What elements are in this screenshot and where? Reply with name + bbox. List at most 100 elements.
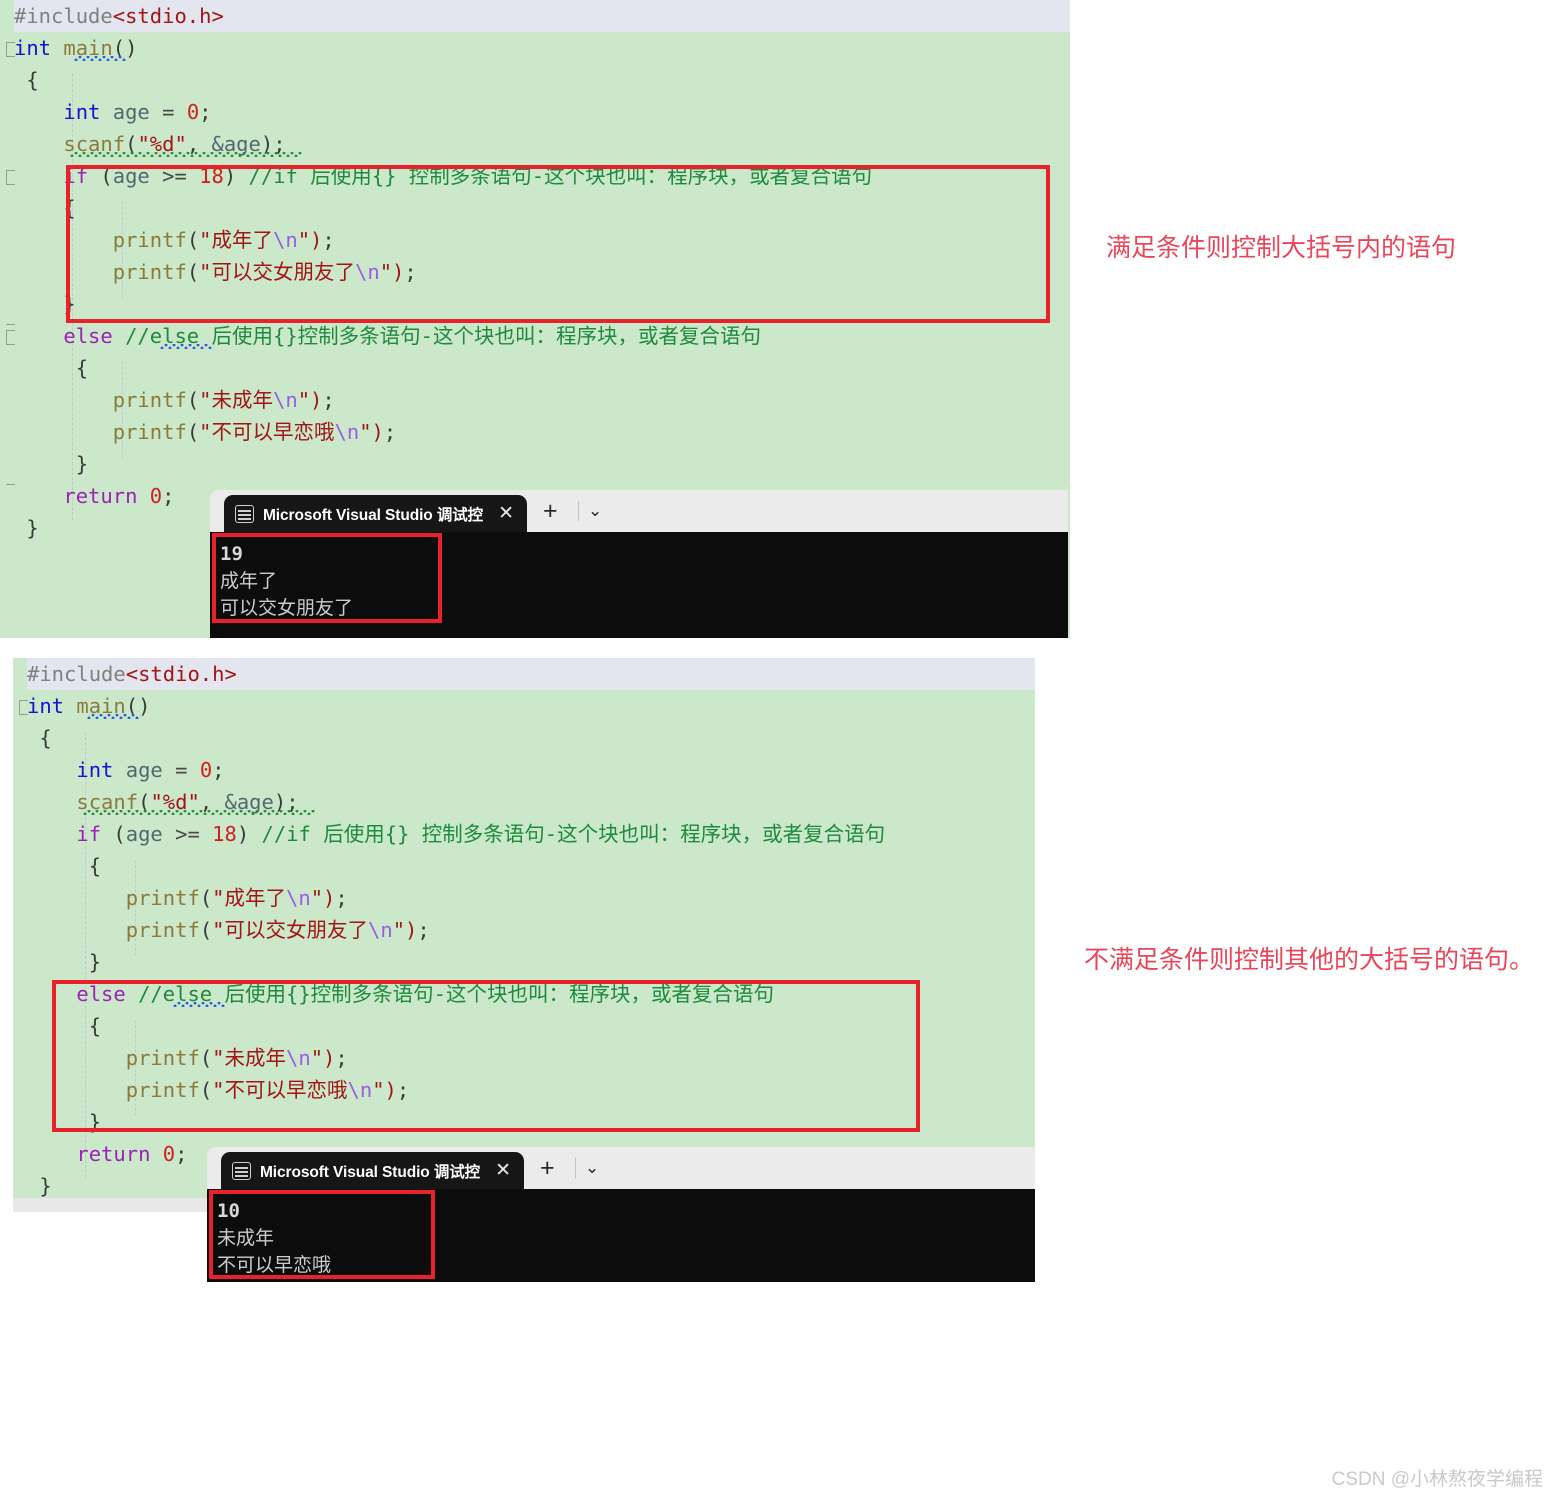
csdn-watermark: CSDN @小林熬夜学编程 [1331,1469,1543,1490]
token-int: int [76,758,114,782]
tabbar-divider [578,501,579,521]
code-line: } [27,946,1035,978]
terminal-output-line: 10 [217,1200,240,1222]
token-zero: 0 [149,484,163,508]
code-line: { [27,850,1035,882]
token-brace-open: { [88,854,102,878]
token-semicolon: ; [199,100,212,124]
token-age: age [125,758,163,782]
token-18: 18 [212,822,237,846]
token-quote-close: ") [310,886,336,910]
token-else: else [63,324,113,348]
token-brace-close: } [26,516,39,540]
token-semicolon: ; [162,484,175,508]
token-quote-close: ") [310,1046,336,1070]
token-if: if [76,822,102,846]
token-quote-close: ") [372,1078,397,1102]
token-int: int [14,36,52,60]
terminal-window-2[interactable]: Microsoft Visual Studio 调试控 ✕ + ⌄ 10 未成年… [207,1147,1035,1282]
token-brace-open: { [26,68,39,92]
token-printf: printf [125,1078,200,1102]
token-string-girlfriend: "可以交女朋友了 [212,918,368,942]
token-semicolon: ; [212,758,225,782]
token-printf: printf [112,388,187,412]
terminal-2-tabbar[interactable]: Microsoft Visual Studio 调试控 ✕ + ⌄ [207,1147,1035,1189]
editor-1-code: #include<stdio.h> int main() { int age =… [14,0,1070,544]
token-quote-close: ") [297,228,323,252]
code-editor-else-branch-highlighted[interactable]: #include<stdio.h> int main() { int age =… [13,658,1035,1198]
token-semicolon: ; [383,420,397,444]
token-int: int [27,694,65,718]
code-line: { [14,352,1070,384]
terminal-1-output: 19 成年了 可以交女朋友了 [210,532,1068,638]
token-escape-n: \n [334,420,360,444]
token-semicolon: ; [335,886,348,910]
token-stdio-header: <stdio.h> [125,662,237,686]
token-brace-close: } [75,452,89,476]
annotation-note-else: 不满足条件则控制其他的大括号的语句。 [1084,945,1535,974]
token-semicolon: ; [322,388,335,412]
terminal-2-output: 10 未成年 不可以早恋哦 [207,1189,1035,1282]
token-quote-close: ") [297,388,323,412]
squiggle-scanf [83,810,315,815]
page-root: #include<stdio.h> int main() { int age =… [0,0,1565,1507]
token-escape-n: \n [355,260,380,284]
squiggle-else [173,1002,225,1007]
comment-if: //if 后使用{} 控制多条语句-这个块也叫：程序块，或者复合语句 [248,164,873,188]
chevron-down-icon[interactable]: ⌄ [588,501,602,521]
token-escape-n: \n [286,1046,311,1070]
terminal-output-line: 未成年 [217,1227,275,1249]
token-printf: printf [112,228,187,252]
terminal-output-line: 19 [220,543,243,565]
token-brace-close: } [88,950,102,974]
code-line: if (age >= 18) //if 后使用{} 控制多条语句-这个块也叫：程… [63,164,873,188]
close-icon[interactable]: ✕ [498,504,514,523]
terminal-window-1[interactable]: Microsoft Visual Studio 调试控 ✕ + ⌄ 19 成年了… [210,490,1068,638]
token-escape-n: \n [347,1078,373,1102]
token-string-adult: "成年了 [199,228,273,252]
token-brace-close: } [88,1110,102,1134]
code-line: printf("未成年\n"); [125,1046,348,1070]
new-tab-icon[interactable]: + [543,499,558,524]
terminal-2-tab[interactable]: Microsoft Visual Studio 调试控 ✕ [221,1152,524,1189]
code-line: printf("不可以早恋哦\n"); [125,1078,410,1102]
code-line: { [27,722,1035,754]
token-zero: 0 [186,100,200,124]
code-line: else //else 后使用{}控制多条语句-这个块也叫：程序块，或者复合语句 [27,978,1035,1010]
console-icon [235,504,254,523]
tabbar-divider [575,1158,576,1178]
terminal-1-tab[interactable]: Microsoft Visual Studio 调试控 ✕ [224,495,527,532]
code-line: int main() [14,32,1070,64]
code-line: #include<stdio.h> [27,658,1035,690]
squiggle-main [87,714,139,719]
code-line: } [27,1106,1035,1138]
token-stdio-header: <stdio.h> [112,4,224,28]
code-line: printf("成年了\n"); [112,228,335,252]
token-escape-n: \n [368,918,393,942]
close-icon[interactable]: ✕ [495,1161,511,1180]
new-tab-icon[interactable]: + [540,1156,555,1181]
token-zero: 0 [162,1142,176,1166]
token-string-noluv: "不可以早恋哦 [212,1078,348,1102]
code-line: scanf("%d", &age); [14,128,1070,160]
token-18: 18 [199,164,224,188]
token-printf: printf [112,420,187,444]
token-string-minor: "未成年 [212,1046,286,1070]
code-line: printf("成年了\n"); [125,886,348,910]
code-line: #include<stdio.h> [14,0,1070,32]
terminal-1-tabbar[interactable]: Microsoft Visual Studio 调试控 ✕ + ⌄ [210,490,1068,532]
token-semicolon: ; [417,918,430,942]
comment-if: //if 后使用{} 控制多条语句-这个块也叫：程序块，或者复合语句 [261,822,886,846]
console-icon [232,1161,251,1180]
token-zero: 0 [199,758,213,782]
terminal-tab-title: Microsoft Visual Studio 调试控 [263,506,484,524]
code-line: printf("不可以早恋哦\n"); [112,420,397,444]
token-age: age [112,164,150,188]
chevron-down-icon[interactable]: ⌄ [585,1158,599,1178]
token-brace-open: { [75,356,89,380]
token-quote-close: ") [359,420,384,444]
squiggle-else [160,344,212,349]
token-escape-n: \n [273,228,298,252]
token-age: age [112,100,150,124]
token-equals: = [162,100,175,124]
